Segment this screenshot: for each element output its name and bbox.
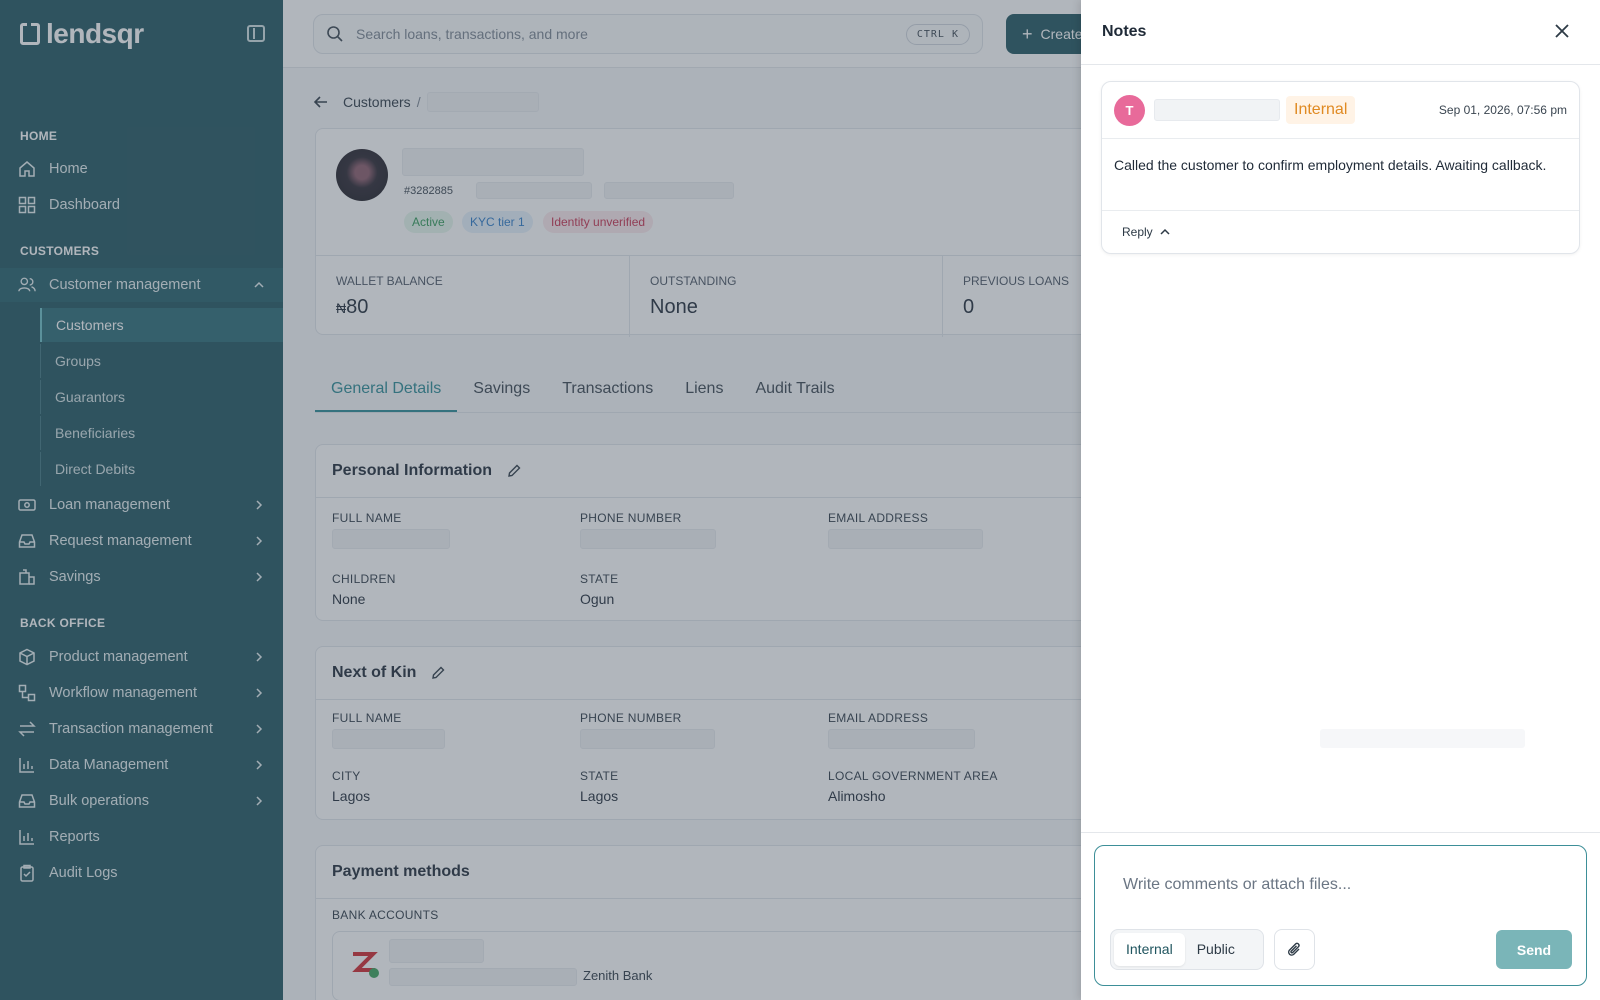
composer-divider xyxy=(1081,832,1600,833)
send-button[interactable]: Send xyxy=(1496,930,1572,969)
visibility-internal-option[interactable]: Internal xyxy=(1114,933,1185,966)
visibility-toggle: Internal Public xyxy=(1110,929,1264,970)
paperclip-icon xyxy=(1287,942,1300,956)
notes-panel: Notes T Internal Sep 01, 2026, 07:56 pm … xyxy=(1081,0,1600,1000)
close-icon[interactable] xyxy=(1553,22,1571,40)
note-header: T Internal Sep 01, 2026, 07:56 pm xyxy=(1102,82,1579,139)
note-visibility-tag: Internal xyxy=(1286,96,1356,124)
note-author-redacted xyxy=(1154,99,1280,121)
reply-button[interactable]: Reply xyxy=(1102,211,1579,253)
comment-composer[interactable]: Write comments or attach files... Intern… xyxy=(1094,845,1587,986)
comment-input-placeholder[interactable]: Write comments or attach files... xyxy=(1123,876,1351,894)
notes-header: Notes xyxy=(1081,0,1600,65)
chevron-up-icon xyxy=(1160,228,1170,235)
visibility-public-option[interactable]: Public xyxy=(1185,933,1247,966)
attach-button[interactable] xyxy=(1274,929,1315,970)
note-timestamp: Sep 01, 2026, 07:56 pm xyxy=(1438,103,1567,117)
note-card: T Internal Sep 01, 2026, 07:56 pm Called… xyxy=(1101,81,1580,254)
note-body: Called the customer to confirm employmen… xyxy=(1102,139,1579,211)
faint-placeholder-bar xyxy=(1320,729,1525,748)
note-author-avatar: T xyxy=(1114,95,1145,126)
